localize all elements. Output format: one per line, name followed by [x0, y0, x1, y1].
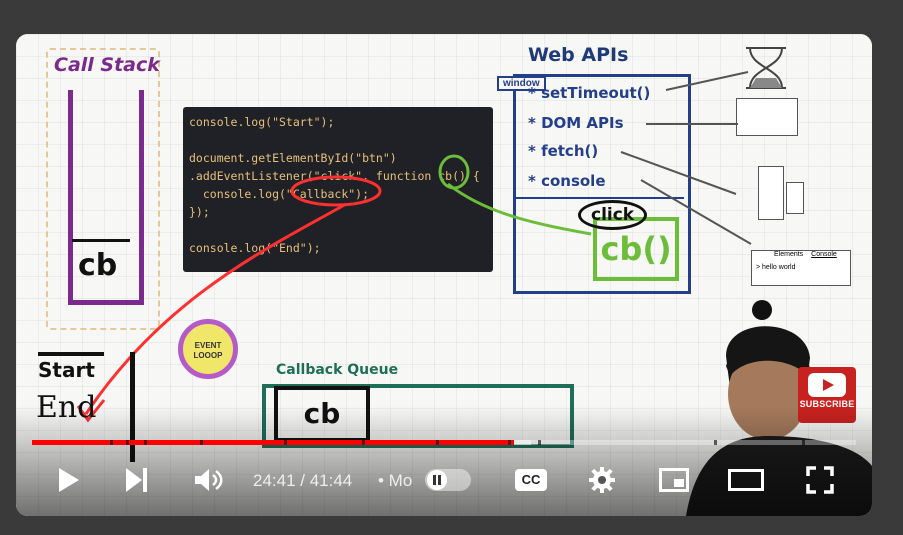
chapter-title[interactable]: • Mo [378, 471, 412, 491]
chapter-marker [508, 440, 511, 445]
event-loop-circle: EVENT LOOOP [178, 319, 238, 379]
progress-bar[interactable] [32, 440, 856, 445]
arrow-settimeout [665, 71, 749, 91]
volume-button[interactable] [188, 460, 228, 500]
chapter-marker [284, 440, 287, 445]
chapter-marker [362, 440, 365, 445]
play-button[interactable] [48, 460, 88, 500]
chapter-marker [200, 440, 203, 445]
chapter-marker [802, 440, 805, 445]
chapter-marker [144, 440, 147, 445]
callback-highlight-circle [290, 175, 382, 207]
chapter-marker [538, 440, 541, 445]
next-icon [126, 468, 147, 492]
next-button[interactable] [116, 460, 156, 500]
settings-button[interactable] [582, 460, 622, 500]
chapter-marker [714, 440, 717, 445]
chapter-marker [436, 440, 439, 445]
autoplay-pause-icon [427, 470, 447, 490]
volume-icon [195, 469, 223, 491]
theater-mode-icon [728, 469, 764, 491]
chapter-marker [110, 440, 113, 445]
autoplay-toggle[interactable] [425, 469, 471, 491]
callback-queue-title: Callback Queue [276, 362, 399, 378]
fullscreen-button[interactable] [800, 460, 840, 500]
miniplayer-button[interactable] [654, 460, 694, 500]
youtube-logo-icon [808, 373, 846, 397]
arrow-console [640, 179, 752, 245]
progress-played [32, 440, 515, 445]
fullscreen-icon [806, 466, 834, 494]
output-start-text: Start [38, 358, 95, 382]
theater-mode-button[interactable] [724, 460, 768, 500]
chapter-marker [126, 440, 129, 445]
miniplayer-icon [659, 468, 689, 492]
play-icon [59, 468, 79, 492]
settings-gear-icon [589, 467, 615, 493]
video-player[interactable]: Call Stack cb console.log("Start"); docu… [16, 34, 872, 516]
arrow-cb-to-webapi [447, 182, 592, 236]
captions-button[interactable]: CC [515, 469, 547, 491]
time-display: 24:41 / 41:44 [253, 471, 353, 490]
arrow-fetch [620, 151, 737, 195]
cb-highlight-circle [438, 154, 470, 190]
